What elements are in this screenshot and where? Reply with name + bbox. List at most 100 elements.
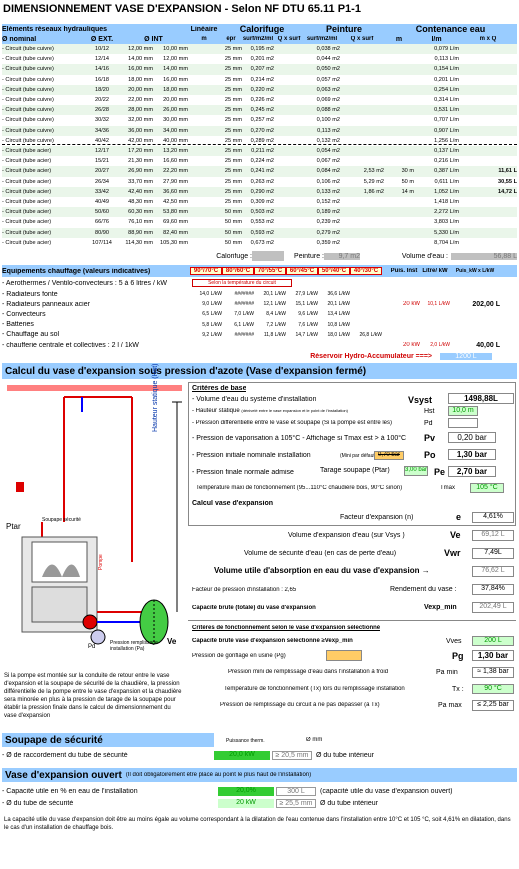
table-row: - Circuit (tube acier) 107/114 114,30 mm 10… bbox=[2, 237, 517, 248]
reservoir-value[interactable]: 1200 L bbox=[440, 352, 492, 360]
hst-label: Hauteur statique (Hst) bbox=[152, 363, 159, 432]
soupape-row: - Ø de raccordement du tube de sécurité … bbox=[2, 750, 517, 760]
vwr-value: 7,49L bbox=[472, 548, 514, 559]
cell-ep: 50 mm bbox=[224, 219, 242, 226]
cell-name: - Circuit (tube cuivre) bbox=[2, 66, 54, 73]
vo-r2-tail: Ø du tube intérieur bbox=[320, 799, 378, 807]
table-row: - Circuit (tube cuivre) 10/12 12,00 mm 10,0… bbox=[2, 44, 517, 55]
vo-r2-kw[interactable]: 20 kW bbox=[218, 798, 274, 808]
cell-ep: 25 mm bbox=[224, 137, 242, 144]
header-int: Ø INT bbox=[144, 35, 163, 43]
table-row: - Circuit (tube cuivre) 16/18 18,00 mm 16,0… bbox=[2, 74, 517, 85]
page-title: DIMENSIONNEMENT VASE D'EXPANSION - Selon… bbox=[3, 3, 361, 15]
equipment-name: - chaufferie centrale et collectives : 2… bbox=[2, 341, 139, 349]
cell-dn: 107/114 bbox=[92, 239, 112, 246]
cell-dn: 15/21 bbox=[95, 158, 109, 165]
cell-cs: 0,263 m2 bbox=[250, 178, 274, 185]
cell-ps: 0,038 m2 bbox=[316, 46, 340, 53]
criteres-title: Critères de base bbox=[192, 385, 247, 392]
equipements-title: Equipements chauffage (valeurs indicativ… bbox=[2, 267, 151, 275]
cell-ps: 0,088 m2 bbox=[316, 107, 340, 114]
cell-lm: 0,314 L/m bbox=[434, 97, 459, 104]
table-row: - Circuit (tube acier) 80/90 88,90 mm 82,40… bbox=[2, 227, 517, 238]
table-row: - Circuit (tube cuivre) 12/14 14,00 mm 12,0… bbox=[2, 54, 517, 65]
vu-label: Volume utile d'absorption en eau du vase… bbox=[214, 566, 430, 575]
cell-dn: 30/32 bbox=[95, 117, 109, 124]
cell-int: 16,60 mm bbox=[163, 158, 188, 165]
hst-input[interactable]: 10,0 m bbox=[448, 406, 478, 416]
cell-cs: 0,309 m2 bbox=[250, 199, 274, 206]
soupape-tail: Ø du tube intérieur bbox=[316, 751, 374, 759]
table-row: - Circuit (tube cuivre) 30/32 32,00 mm 30,0… bbox=[2, 115, 517, 126]
cell-ps: 0,084 m2 bbox=[316, 168, 340, 175]
cell-name: - Circuit (tube acier) bbox=[2, 229, 52, 236]
cell-int: 53,80 mm bbox=[163, 209, 188, 216]
equipment-name: - Chauffage au sol bbox=[2, 331, 60, 339]
header-m2: m bbox=[395, 35, 403, 43]
equipment-name: - Convecteurs bbox=[2, 310, 46, 318]
cell-lm: 0,907 L/m bbox=[434, 127, 459, 134]
table-row: - Circuit (tube acier) 33/42 42,40 mm 36,60… bbox=[2, 186, 517, 197]
pe-tarage-input[interactable]: 3,00 bar bbox=[404, 466, 428, 476]
vase-ouvert-title: Vase d'expansion ouvert bbox=[5, 769, 122, 781]
cell-ep: 25 mm bbox=[224, 168, 242, 175]
equipment-value: 26,8 L/kW bbox=[359, 331, 382, 338]
cell-ep: 25 mm bbox=[224, 117, 242, 124]
cell-mq: 11,61 L bbox=[498, 168, 517, 175]
header-qx2: Q x surf bbox=[350, 36, 374, 42]
equipment-value: 9,6 L/kW bbox=[298, 311, 318, 318]
soupape-puis-input[interactable]: 20,0 kW bbox=[214, 750, 270, 760]
temperature-header: 60°/45°C bbox=[286, 267, 318, 275]
cell-lin2: 30 m bbox=[401, 168, 414, 175]
cell-name: - Circuit (tube cuivre) bbox=[2, 127, 54, 134]
equipment-puissance[interactable]: 20 kW bbox=[388, 301, 420, 307]
cell-ep: 25 mm bbox=[224, 127, 242, 134]
header-nominal: Ø nominal bbox=[2, 35, 37, 43]
equipment-value: 6,1 L/kW bbox=[234, 321, 254, 328]
po-label: - Pression initiale nominale installatio… bbox=[192, 452, 311, 459]
cell-int: 69,60 mm bbox=[163, 219, 188, 226]
tx-input[interactable]: 90 °C bbox=[472, 684, 514, 694]
cell-int: 14,00 mm bbox=[163, 66, 188, 73]
equipment-value: 8,4 L/kW bbox=[266, 311, 286, 318]
cell-name: - Circuit (tube cuivre) bbox=[2, 46, 54, 53]
temperature-headers: 90°/70°C 80°/60°C 70°/55°C 60°/45°C 50°/40°C… bbox=[190, 267, 382, 275]
pd-symbol: Pd bbox=[424, 420, 433, 427]
cell-lm: 5,330 L/m bbox=[434, 229, 459, 236]
cell-name: - Circuit (tube acier) bbox=[2, 168, 52, 175]
cell-cs: 0,290 m2 bbox=[250, 188, 274, 195]
cap-label: Capacité brute (totale) du vase d'expans… bbox=[192, 605, 316, 611]
pd-input[interactable] bbox=[448, 418, 478, 428]
equipment-name: - Radiateurs panneaux acier bbox=[2, 300, 90, 308]
cell-int: 16,00 mm bbox=[163, 76, 188, 83]
vwr-label: Volume de sécurité d'eau (en cas de pert… bbox=[244, 550, 397, 557]
vsyst-symbol: Vsyst bbox=[408, 395, 433, 405]
equipment-value: 27,9 L/kW bbox=[295, 291, 318, 297]
pg-input[interactable] bbox=[326, 650, 362, 661]
tmax-input[interactable]: 105 °C bbox=[470, 483, 504, 493]
cell-lm: 1,418 L/m bbox=[434, 199, 459, 206]
header-elements: Eléments réseaux hydrauliques bbox=[2, 25, 108, 33]
equipment-value: 20,1 L/kW bbox=[263, 291, 286, 297]
cell-lm: 1,256 L/m bbox=[434, 137, 459, 144]
cell-ep: 25 mm bbox=[224, 66, 242, 73]
cell-name: - Circuit (tube acier) bbox=[2, 239, 52, 246]
equipment-value: 9,2 L/kW bbox=[202, 331, 222, 338]
hst-note: (dénivelé entre le vase expansion et le … bbox=[241, 408, 348, 413]
vves-input[interactable]: 200 L bbox=[472, 636, 514, 646]
cell-name: - Circuit (tube acier) bbox=[2, 178, 52, 185]
equipment-puissance[interactable]: 20 kW bbox=[388, 342, 420, 348]
cell-name: - Circuit (tube cuivre) bbox=[2, 107, 54, 114]
vo-r1-pct[interactable]: 20,0% bbox=[218, 786, 274, 796]
equipment-result: 202,00 L bbox=[472, 300, 500, 308]
cell-ext: 17,20 mm bbox=[128, 148, 153, 155]
cell-name: - Circuit (tube cuivre) bbox=[2, 56, 54, 63]
temperature-header: 80°/60°C bbox=[222, 267, 254, 275]
vves-symbol: Vves bbox=[446, 638, 462, 645]
table-row: - Circuit (tube acier) 12/17 17,20 mm 13,20… bbox=[2, 146, 517, 157]
pe-value: 2,70 bar bbox=[448, 466, 496, 477]
cell-name: - Circuit (tube acier) bbox=[2, 188, 52, 195]
cell-dn: 40/42 bbox=[95, 137, 109, 144]
cell-cs: 0,503 m2 bbox=[250, 209, 274, 216]
volume-eau-value: 56,88 L bbox=[451, 252, 517, 260]
